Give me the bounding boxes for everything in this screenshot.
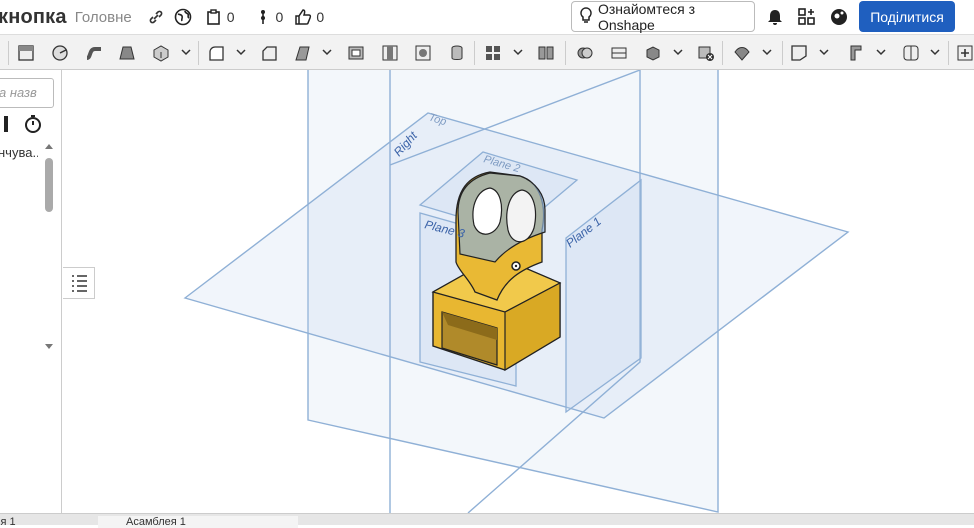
delete-part-tool-icon[interactable]	[695, 42, 717, 64]
chevron-down-icon[interactable]	[673, 47, 683, 57]
rollback-bar-icon[interactable]	[3, 116, 9, 137]
rib-tool-icon[interactable]	[412, 42, 434, 64]
lightbulb-icon	[578, 6, 594, 27]
document-tabs-bar: ія 1 Асамблея 1	[0, 513, 974, 528]
user-account-icon[interactable]	[828, 6, 850, 28]
scroll-down-arrow-icon[interactable]	[45, 344, 53, 350]
chevron-down-icon[interactable]	[930, 47, 940, 57]
learn-onshape-button[interactable]: Ознайомтеся з Onshape	[571, 0, 755, 33]
feature-search-input[interactable]: а назв	[0, 78, 54, 108]
feature-list-item[interactable]: нчува...	[0, 145, 38, 160]
assembly-tab-label: Асамблея 1	[126, 516, 186, 528]
toolbar-separator	[198, 41, 199, 65]
chamfer-tool-icon[interactable]	[258, 42, 280, 64]
app-store-icon[interactable]	[796, 6, 818, 28]
sketch-tool-icon[interactable]	[15, 42, 37, 64]
versions-count: 0	[226, 9, 235, 25]
toolbar-separator	[474, 41, 475, 65]
tab-part-studio[interactable]: ія 1	[0, 516, 40, 528]
notification-bell-icon[interactable]	[764, 6, 786, 28]
pattern-tool-icon[interactable]	[482, 42, 504, 64]
toolbar-separator	[8, 41, 9, 65]
branches-count: 0	[275, 9, 284, 25]
toolbar-separator	[722, 41, 723, 65]
split-tool-icon[interactable]	[608, 42, 630, 64]
toolbar-separator	[948, 41, 949, 65]
chevron-down-icon[interactable]	[762, 47, 772, 57]
share-button[interactable]: Поділитися	[859, 1, 955, 32]
plane-tool-icon[interactable]	[731, 42, 753, 64]
branch-icon[interactable]	[253, 7, 273, 27]
revolve-tool-icon[interactable]	[49, 42, 71, 64]
chevron-down-icon[interactable]	[819, 47, 829, 57]
chevron-down-icon[interactable]	[876, 47, 886, 57]
transform-tool-icon[interactable]	[642, 42, 664, 64]
link-icon[interactable]	[146, 7, 166, 27]
scroll-up-arrow-icon[interactable]	[45, 143, 53, 149]
cylinder-tool-icon[interactable]	[446, 42, 468, 64]
workspace-label[interactable]: Головне	[75, 9, 132, 26]
chevron-down-icon[interactable]	[513, 47, 523, 57]
chevron-down-icon[interactable]	[181, 47, 191, 57]
learn-onshape-label: Ознайомтеся з Onshape	[598, 0, 695, 33]
timer-icon[interactable]	[23, 114, 43, 139]
shell-tool-icon[interactable]	[345, 42, 367, 64]
boolean-tool-icon[interactable]	[574, 42, 596, 64]
sheet-metal-tool-icon[interactable]	[845, 42, 867, 64]
likes-count: 0	[316, 9, 325, 25]
model-view[interactable]: Top Right Plane 2 Plane 3 Plane 1	[62, 70, 974, 513]
sweep-tool-icon[interactable]	[83, 42, 105, 64]
hole-tool-icon[interactable]	[379, 42, 401, 64]
tab-assembly[interactable]: Асамблея 1	[98, 516, 298, 528]
toolbar-separator	[782, 41, 783, 65]
like-icon[interactable]	[293, 7, 313, 27]
frame-tool-icon[interactable]	[788, 42, 810, 64]
add-custom-feature-icon[interactable]	[954, 42, 974, 64]
toolbar-separator	[565, 41, 566, 65]
draft-tool-icon[interactable]	[292, 42, 314, 64]
graphics-viewport[interactable]: Top Right Plane 2 Plane 3 Plane 1	[62, 70, 974, 513]
chevron-down-icon[interactable]	[236, 47, 246, 57]
document-meta: 0 0 0	[146, 7, 334, 27]
feature-list-panel: а назв нчува...	[0, 70, 62, 513]
scrollbar-thumb[interactable]	[45, 158, 53, 212]
feature-toolbar	[0, 34, 974, 70]
versions-icon[interactable]	[204, 7, 224, 27]
globe-icon[interactable]	[173, 7, 193, 27]
loft-tool-icon[interactable]	[116, 42, 138, 64]
mirror-tool-icon[interactable]	[535, 42, 557, 64]
chevron-down-icon[interactable]	[322, 47, 332, 57]
surface-tool-icon[interactable]	[900, 42, 922, 64]
fillet-tool-icon[interactable]	[205, 42, 227, 64]
thicken-tool-icon[interactable]	[150, 42, 172, 64]
document-title[interactable]: кнопка	[0, 6, 67, 29]
top-bar: кнопка Головне 0 0 0 Ознайомтеся з Onsha…	[0, 0, 974, 34]
